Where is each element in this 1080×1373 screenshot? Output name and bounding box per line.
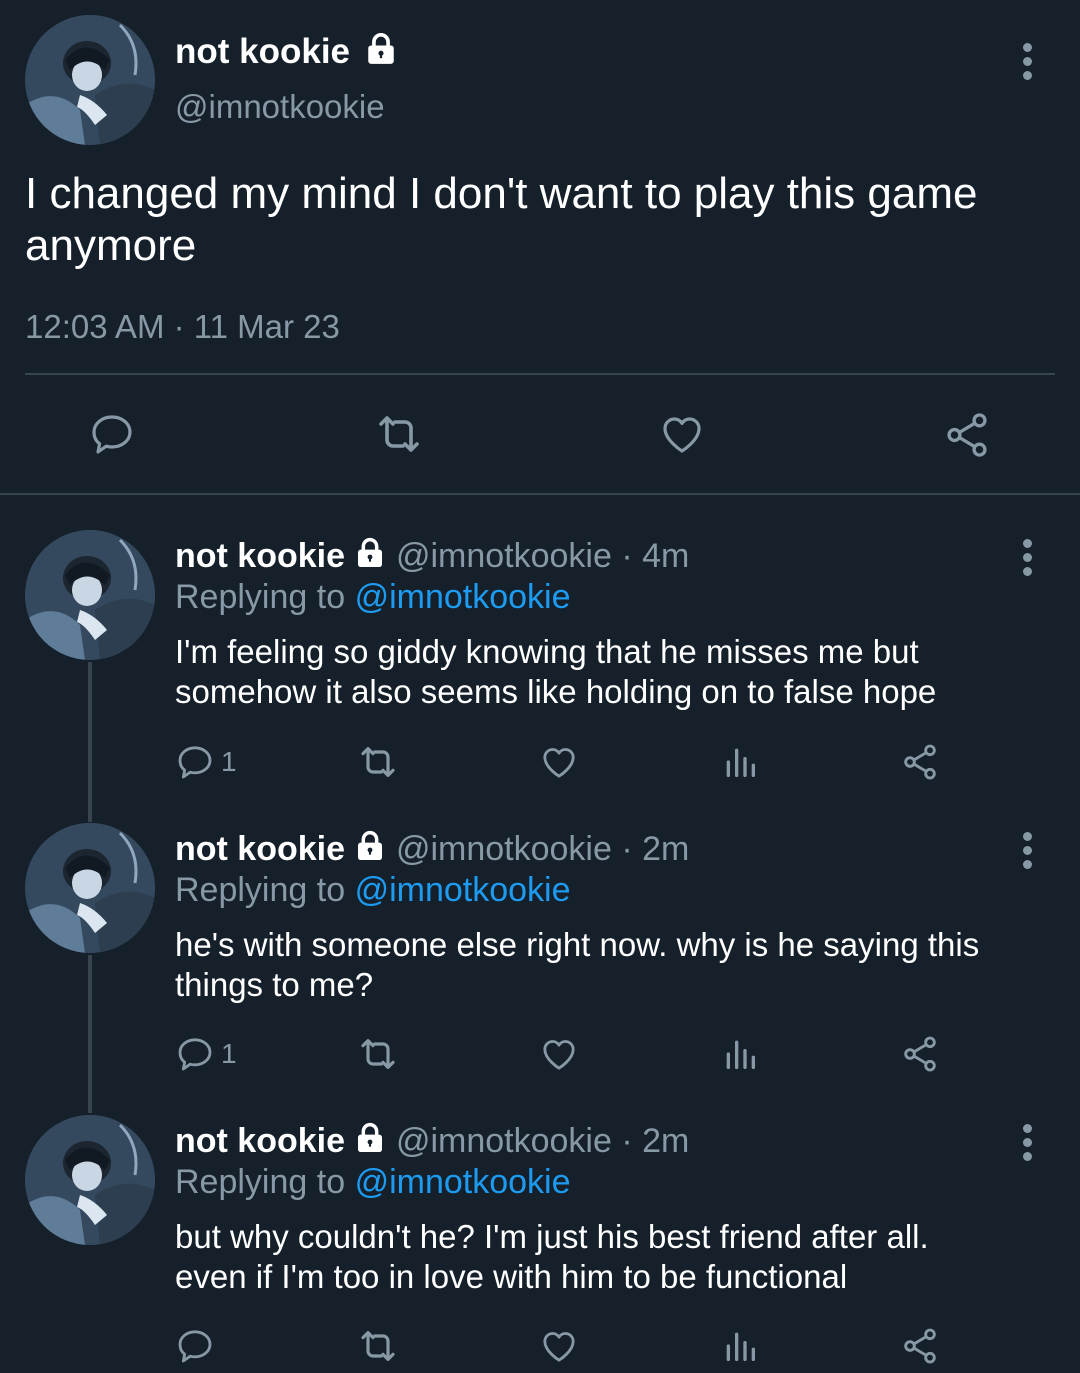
like-button[interactable] <box>657 410 707 458</box>
more-options-icon[interactable] <box>1021 832 1033 874</box>
retweet-button[interactable] <box>355 1326 401 1366</box>
reply-icon <box>178 1330 212 1363</box>
share-icon <box>947 413 987 457</box>
replying-to-handle[interactable]: @imnotkookie <box>355 578 571 616</box>
handle[interactable]: @imnotkookie <box>175 88 385 126</box>
thread-line <box>88 662 92 822</box>
divider <box>25 373 1055 375</box>
avatar[interactable] <box>25 823 155 953</box>
like-button[interactable] <box>538 742 580 782</box>
views-button[interactable] <box>720 1326 760 1366</box>
lock-icon <box>358 1122 383 1152</box>
retweet-icon <box>361 747 395 777</box>
avatar[interactable] <box>25 1115 155 1245</box>
replying-to-label: Replying to <box>175 871 346 909</box>
more-options-icon[interactable] <box>1021 1124 1033 1166</box>
share-button[interactable] <box>942 410 992 460</box>
handle-time[interactable]: @imnotkookie · 2m <box>396 830 689 868</box>
divider <box>0 493 1080 495</box>
share-button[interactable] <box>900 742 940 782</box>
like-icon <box>543 1040 575 1070</box>
reply-button[interactable]: 1 <box>175 742 237 782</box>
tweet-text: I changed my mind I don't want to play t… <box>25 169 978 270</box>
share-button[interactable] <box>900 1326 940 1366</box>
avatar[interactable] <box>25 530 155 660</box>
retweet-button[interactable] <box>372 410 426 458</box>
replying-to-label: Replying to <box>175 1163 346 1201</box>
like-button[interactable] <box>538 1034 580 1074</box>
reply-button[interactable] <box>88 410 136 458</box>
replying-to-handle[interactable]: @imnotkookie <box>355 871 571 909</box>
retweet-button[interactable] <box>355 742 401 782</box>
avatar[interactable] <box>25 15 155 145</box>
views-button[interactable] <box>720 1034 760 1074</box>
reply-button[interactable]: 1 <box>175 1034 237 1074</box>
reply-icon <box>178 1038 212 1071</box>
display-name[interactable]: not kookie <box>175 1122 345 1160</box>
retweet-icon <box>361 1331 395 1361</box>
more-options-icon[interactable] <box>1021 43 1033 85</box>
replying-to-handle[interactable]: @imnotkookie <box>355 1163 571 1201</box>
timestamp[interactable]: 12:03 AM · 11 Mar 23 <box>25 308 340 346</box>
like-icon <box>543 1332 575 1362</box>
lock-icon <box>358 537 383 567</box>
tweet-text: but why couldn't he? I'm just his best f… <box>175 1218 929 1295</box>
replying-to-label: Replying to <box>175 578 346 616</box>
retweet-button[interactable] <box>355 1034 401 1074</box>
display-name[interactable]: not kookie <box>175 32 350 71</box>
display-name[interactable]: not kookie <box>175 830 345 868</box>
share-icon <box>904 1036 936 1072</box>
views-icon <box>726 1040 755 1069</box>
handle-time[interactable]: @imnotkookie · 2m <box>396 1122 689 1160</box>
reply-icon <box>92 415 132 454</box>
reply-button[interactable] <box>175 1326 221 1366</box>
like-icon <box>543 748 575 778</box>
share-icon <box>904 744 936 780</box>
like-icon <box>663 417 701 453</box>
share-icon <box>904 1328 936 1364</box>
reply-count: 1 <box>221 1038 237 1069</box>
retweet-icon <box>361 1039 395 1069</box>
lock-icon <box>368 33 394 64</box>
tweet-text: he's with someone else right now. why is… <box>175 926 980 1003</box>
like-button[interactable] <box>538 1326 580 1366</box>
retweet-icon <box>379 416 419 452</box>
lock-icon <box>358 830 383 860</box>
display-name[interactable]: not kookie <box>175 537 345 575</box>
views-button[interactable] <box>720 742 760 782</box>
views-icon <box>726 748 755 777</box>
handle-time[interactable]: @imnotkookie · 4m <box>396 537 689 575</box>
views-icon <box>726 1332 755 1361</box>
share-button[interactable] <box>900 1034 940 1074</box>
more-options-icon[interactable] <box>1021 539 1033 581</box>
tweet-text: I'm feeling so giddy knowing that he mis… <box>175 633 937 710</box>
thread-line <box>88 955 92 1113</box>
reply-count: 1 <box>221 746 237 777</box>
reply-icon <box>178 746 212 779</box>
